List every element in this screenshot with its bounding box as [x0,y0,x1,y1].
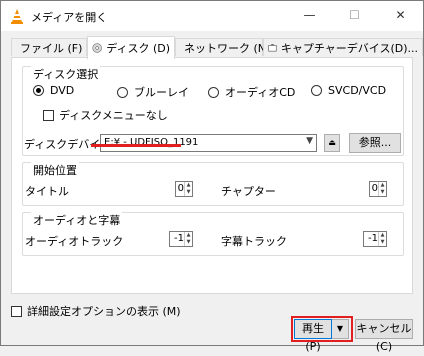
title-spin-arrows[interactable]: ▲ ▼ [184,182,192,196]
show-more-options-box [11,305,22,317]
close-button[interactable]: ✕ [378,1,423,31]
eject-button[interactable]: ⏏ [324,134,340,152]
eject-icon: ⏏ [328,138,336,147]
tab-disc-label: ディスク (D) [106,42,170,55]
no-disc-menu-box [43,109,54,121]
tab-network-label: ネットワーク (N) [184,41,271,55]
show-more-options-checkbox[interactable]: 詳細設定オプションの表示 (M) [11,303,181,319]
tab-disc[interactable]: ディスク (D) [87,36,175,59]
subtitle-track-label: 字幕トラック [221,235,287,248]
radio-dvd[interactable]: DVD [33,84,74,97]
subtitle-spin-arrows[interactable]: ▲ ▼ [378,232,386,246]
chevron-down-icon[interactable]: ▼ [306,136,313,146]
minimize-button[interactable]: — [287,1,332,31]
tab-capture-device[interactable]: キャプチャーデバイス(D)... [263,38,423,56]
radio-svcd-vcd[interactable]: SVCD/VCD [311,84,386,97]
radio-dvd-indicator [33,85,44,96]
tab-file[interactable]: ファイル (F) [11,38,87,56]
disc-panel: ディスク選択 DVD ブルーレイ オーディオCD SVCD/VCD ディスクメニ… [11,57,413,294]
chapter-spin-arrows[interactable]: ▲ ▼ [378,182,386,196]
audio-spin-arrows[interactable]: ▲ ▼ [184,232,192,246]
audio-subtitles-title: オーディオと字幕 [31,212,123,228]
tab-capture-label: キャプチャーデバイス(D)... [280,41,418,55]
radio-bluray-indicator [117,86,128,98]
chapter-spinbox[interactable]: 0 ▲ ▼ [369,181,387,197]
up-arrow-icon[interactable]: ▲ [185,182,192,189]
radio-audio-cd-indicator [208,86,219,98]
radio-dvd-label: DVD [50,84,75,97]
title-spinbox[interactable]: 0 ▲ ▼ [175,181,193,197]
radio-audio-cd[interactable]: オーディオCD [208,84,295,100]
no-disc-menu-checkbox[interactable]: ディスクメニューなし [43,107,168,123]
audio-track-value: -1 [174,233,184,244]
down-arrow-icon[interactable]: ▼ [185,189,192,196]
radio-bluray-label: ブルーレイ [134,86,189,99]
tab-network[interactable]: ネットワーク (N) [175,38,270,56]
show-more-options-label: 詳細設定オプションの表示 (M) [27,305,181,318]
device-highlight-underline [91,144,181,147]
vlc-cone-icon [11,9,23,24]
browse-button[interactable]: 参照... [349,133,401,153]
down-arrow-icon[interactable]: ▼ [185,239,192,246]
radio-svcd-vcd-label: SVCD/VCD [328,84,387,97]
audio-track-spinbox[interactable]: -1 ▲ ▼ [169,231,193,247]
chapter-label: チャプター [221,185,276,198]
chevron-down-icon: ▼ [336,324,344,333]
capture-icon [268,43,277,51]
title-label: タイトル [25,185,69,198]
no-disc-menu-label: ディスクメニューなし [59,109,168,122]
down-arrow-icon[interactable]: ▼ [379,239,386,246]
start-position-title: 開始位置 [31,162,79,178]
up-arrow-icon[interactable]: ▲ [379,182,386,189]
maximize-button[interactable]: ☐ [332,1,377,31]
start-position-group: 開始位置 タイトル 0 ▲ ▼ チャプター 0 ▲ ▼ [22,162,404,206]
play-button[interactable]: 再生 (P) [294,319,332,353]
up-arrow-icon[interactable]: ▲ [185,232,192,239]
radio-bluray[interactable]: ブルーレイ [117,84,189,100]
disc-selection-title: ディスク選択 [31,66,101,82]
up-arrow-icon[interactable]: ▲ [379,232,386,239]
tab-file-label: ファイル (F) [20,41,83,55]
radio-audio-cd-label: オーディオCD [225,86,296,99]
radio-svcd-vcd-indicator [311,85,322,96]
disc-device-combobox[interactable]: E:¥ - UDFISO_1191 ▼ [100,134,317,152]
subtitle-track-spinbox[interactable]: -1 ▲ ▼ [363,231,387,247]
disc-icon [92,43,102,53]
window-title: メディアを開く [31,11,108,24]
play-dropdown-button[interactable]: ▼ [332,319,349,339]
down-arrow-icon[interactable]: ▼ [379,189,386,196]
subtitle-track-value: -1 [368,233,378,244]
audio-subtitles-group: オーディオと字幕 オーディオトラック -1 ▲ ▼ 字幕トラック -1 ▲ ▼ [22,212,404,256]
cancel-button[interactable]: キャンセル (C) [355,319,413,353]
open-media-dialog: メディアを開く — ☐ ✕ ファイル (F) ディスク (D) ネットワーク (… [0,0,424,353]
title-bar[interactable]: メディアを開く — ☐ ✕ [1,1,423,31]
audio-track-label: オーディオトラック [25,235,124,248]
